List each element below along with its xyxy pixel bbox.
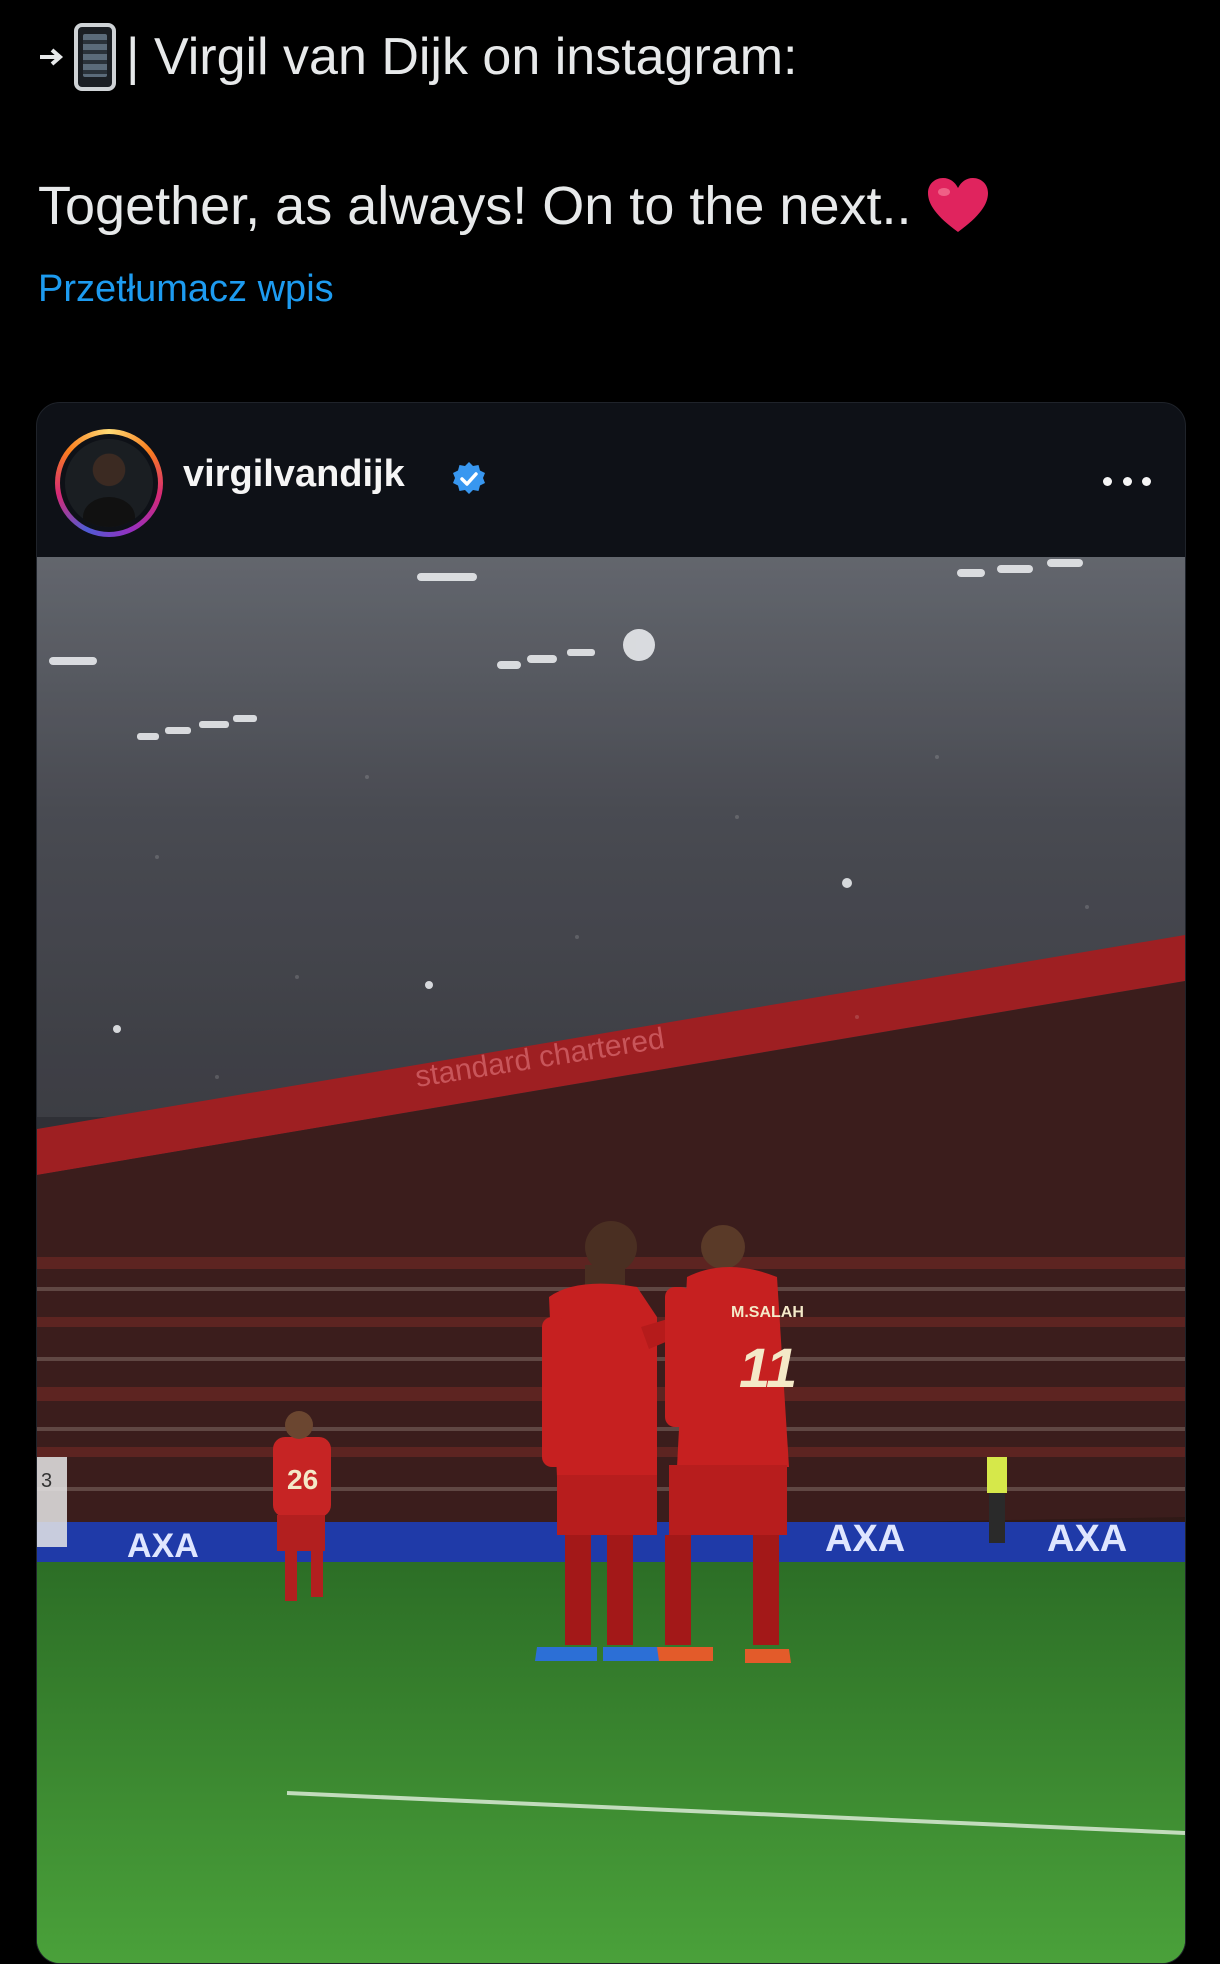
left-player-number: 3 xyxy=(41,1470,52,1492)
jersey-number-11: 11 xyxy=(739,1336,797,1399)
instagram-header: virgilvandijk xyxy=(37,403,1185,557)
verified-badge-icon xyxy=(453,462,485,494)
stadium-scene: standard chartered AXA AXA AXA 26 3 M.SA… xyxy=(37,557,1185,1963)
tweet-header-text: | Virgil van Dijk on instagram: xyxy=(126,28,798,86)
board-text-left: AXA xyxy=(127,1527,199,1565)
tweet-body-text: Together, as always! On to the next.. xyxy=(38,176,912,236)
post-photo[interactable]: standard chartered AXA AXA AXA 26 3 M.SA… xyxy=(37,557,1185,1963)
more-horizontal-icon[interactable] xyxy=(1103,461,1151,501)
tweet-text: Together, as always! On to the next.. xyxy=(38,170,990,242)
jersey-name: M.SALAH xyxy=(731,1304,804,1321)
tweet-header: | Virgil van Dijk on instagram: xyxy=(38,22,797,92)
translate-post-link[interactable]: Przetłumacz wpis xyxy=(38,268,334,311)
instagram-username[interactable]: virgilvandijk xyxy=(183,453,405,496)
board-text-right: AXA xyxy=(1047,1518,1127,1560)
board-text-center: AXA xyxy=(825,1518,905,1560)
mobile-arrow-icon xyxy=(38,23,116,91)
avatar[interactable] xyxy=(55,429,163,537)
red-heart-icon xyxy=(927,178,988,232)
jersey-number-26: 26 xyxy=(287,1464,318,1495)
instagram-embed[interactable]: virgilvandijk standard chartered AXA AXA… xyxy=(36,402,1186,1964)
